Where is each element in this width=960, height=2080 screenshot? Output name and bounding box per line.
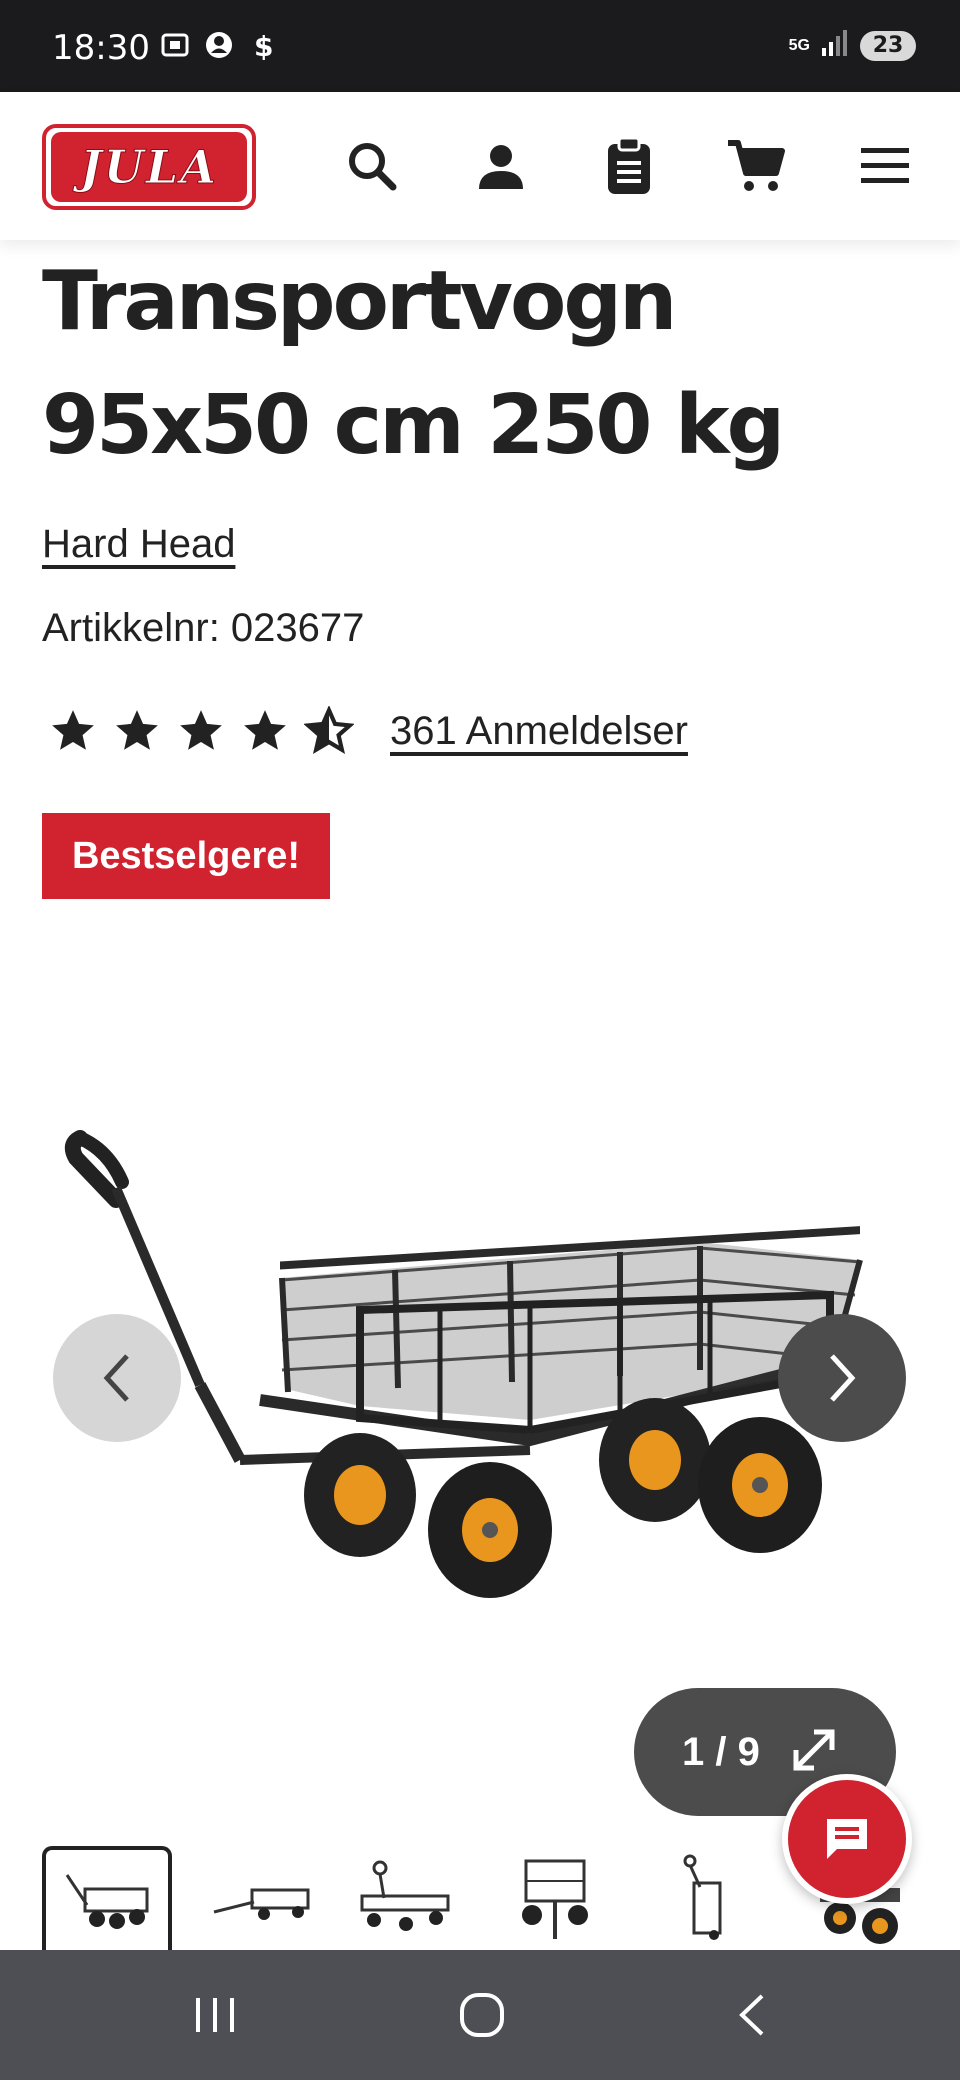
star-icon <box>180 710 222 750</box>
rating-row[interactable]: 361 Anmeldelser <box>48 706 688 756</box>
svg-text:$: $ <box>254 30 273 60</box>
brand-link[interactable]: Hard Head <box>42 522 235 567</box>
logo-text: JULA <box>80 140 218 195</box>
search-icon[interactable] <box>340 134 404 198</box>
network-type: 5G <box>788 36 810 54</box>
system-nav-bar <box>0 1950 960 2080</box>
gallery-next-button[interactable] <box>778 1314 906 1442</box>
star-icon <box>52 710 94 750</box>
account-status-icon <box>204 30 234 60</box>
screenshot-icon <box>160 30 190 60</box>
status-bar: 18:30 $ 5G 23 <box>0 0 960 92</box>
status-time: 18:30 <box>52 28 150 68</box>
product-title: Transportvogn 95x50 cm 250 kg <box>42 254 785 473</box>
jula-logo[interactable]: JULA <box>42 124 256 210</box>
chat-icon <box>827 1819 867 1859</box>
gallery-counter-text: 1 / 9 <box>682 1729 760 1774</box>
chevron-right-icon <box>830 1354 856 1402</box>
chat-button[interactable] <box>782 1774 912 1904</box>
back-icon[interactable] <box>718 1980 788 2050</box>
star-icon <box>116 710 158 750</box>
bestseller-badge: Bestselgere! <box>42 813 330 899</box>
thumbnail-1[interactable] <box>42 1846 172 1950</box>
battery-indicator: 23 <box>860 30 916 61</box>
home-icon[interactable] <box>447 1980 517 2050</box>
thumbnail-5[interactable] <box>640 1846 770 1950</box>
star-half-icon <box>304 706 354 755</box>
gallery-prev-button[interactable] <box>53 1314 181 1442</box>
thumbnail-3[interactable] <box>340 1846 470 1950</box>
site-header: JULA <box>0 92 960 240</box>
wagon-illustration <box>64 1130 863 1598</box>
article-number: Artikkelnr: 023677 <box>42 606 365 650</box>
reviews-link[interactable]: 361 Anmeldelser <box>390 709 688 754</box>
menu-icon[interactable] <box>853 134 917 198</box>
recent-apps-icon[interactable] <box>180 1980 250 2050</box>
cart-icon[interactable] <box>724 134 788 198</box>
expand-icon <box>788 1724 840 1781</box>
dollar-icon: $ <box>248 30 278 63</box>
star-icon <box>244 710 286 750</box>
thumbnail-2[interactable] <box>198 1846 328 1950</box>
product-image[interactable] <box>60 1130 890 1630</box>
thumbnail-4[interactable] <box>490 1846 620 1950</box>
clipboard-icon[interactable] <box>597 134 661 198</box>
chevron-left-icon <box>103 1354 129 1402</box>
signal-icon <box>820 28 850 63</box>
account-icon[interactable] <box>469 134 533 198</box>
